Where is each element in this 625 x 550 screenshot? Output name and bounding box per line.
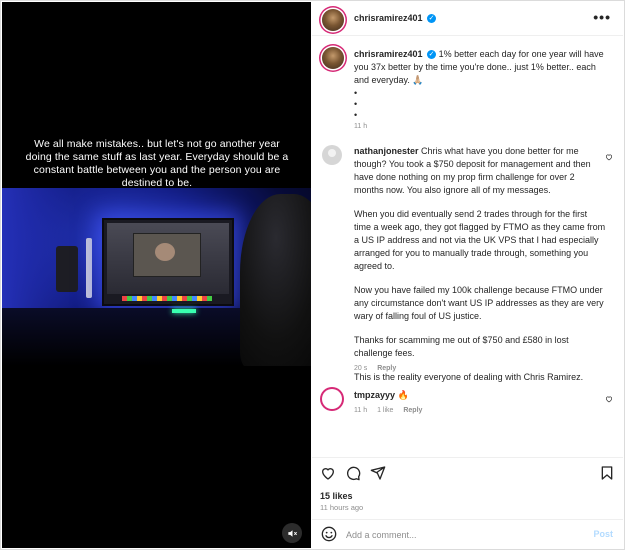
speaker-muted-icon[interactable] xyxy=(282,523,302,543)
author-avatar[interactable] xyxy=(322,9,344,31)
comment-paragraph: Thanks for scamming me out of $750 and £… xyxy=(354,335,569,358)
bookmark-icon[interactable] xyxy=(599,465,615,481)
author-username-row: chrisramirez401 ✓ xyxy=(354,13,437,24)
caption-time: 11 h xyxy=(354,123,368,130)
comment-text: 🔥 xyxy=(397,390,409,400)
comment-item: tmpzayyy 🔥 xyxy=(354,389,609,402)
comment-icon[interactable] xyxy=(345,465,361,481)
verified-badge-icon: ✓ xyxy=(427,14,437,24)
likes-count[interactable]: 15 likes xyxy=(320,491,353,501)
caption-author-avatar[interactable] xyxy=(322,47,344,69)
comment-paragraph: This is the reality everyone of dealing … xyxy=(354,372,584,382)
monitor-image xyxy=(102,218,234,306)
reply-button[interactable]: Reply xyxy=(403,407,422,414)
commenter-avatar[interactable] xyxy=(322,145,342,165)
post-timestamp[interactable]: 11 hours ago xyxy=(320,503,363,512)
caption-bullet: • xyxy=(354,99,358,109)
comment-meta: 20 s Reply xyxy=(354,365,404,372)
comments-list[interactable]: chrisramirez401 ✓ 1% better each day for… xyxy=(312,37,623,457)
author-username[interactable]: chrisramirez401 xyxy=(354,13,423,23)
reply-button[interactable]: Reply xyxy=(377,365,396,372)
post-actions: 15 likes 11 hours ago xyxy=(312,457,623,522)
comment-item: nathanjonester Chris what have you done … xyxy=(354,145,606,395)
video-caption-text: We all make mistakes.. but let's not go … xyxy=(25,138,289,189)
post-header: chrisramirez401 ✓ ••• xyxy=(312,2,623,36)
caption-bullet: • xyxy=(354,88,358,98)
comment-likes[interactable]: 1 like xyxy=(377,407,393,414)
post-comment-button[interactable]: Post xyxy=(593,529,613,539)
person-silhouette xyxy=(240,194,311,366)
post-media-video[interactable]: We all make mistakes.. but let's not go … xyxy=(2,2,311,548)
share-icon[interactable] xyxy=(370,465,386,481)
commenter-avatar[interactable] xyxy=(322,389,342,409)
comment-paragraph: When you did eventually send 2 trades th… xyxy=(354,209,606,271)
caption-meta: 11 h xyxy=(354,123,375,130)
comment-paragraph: Now you have failed my 100k challenge be… xyxy=(354,285,604,321)
caption-text-block: chrisramirez401 ✓ 1% better each day for… xyxy=(354,48,609,121)
comment-like-heart-icon[interactable] xyxy=(605,153,613,161)
comment-username[interactable]: nathanjonester xyxy=(354,146,419,156)
comment-time: 20 s xyxy=(354,365,368,372)
video-scene-image xyxy=(2,188,311,366)
comment-time: 11 h xyxy=(354,407,368,414)
comment-like-heart-icon[interactable] xyxy=(605,395,613,403)
add-comment-bar: Post xyxy=(312,519,623,548)
post-details-panel: chrisramirez401 ✓ ••• chrisramirez401 ✓ … xyxy=(312,2,623,548)
caption-bullet: • xyxy=(354,110,358,120)
comment-meta: 11 h 1 like Reply xyxy=(354,407,430,414)
comment-username[interactable]: tmpzayyy xyxy=(354,390,395,400)
verified-badge-icon: ✓ xyxy=(427,50,437,60)
comment-input[interactable] xyxy=(346,527,576,543)
caption-username[interactable]: chrisramirez401 xyxy=(354,49,423,59)
more-options-icon[interactable]: ••• xyxy=(593,9,611,25)
heart-icon[interactable] xyxy=(320,465,336,481)
emoji-icon[interactable] xyxy=(321,526,337,542)
